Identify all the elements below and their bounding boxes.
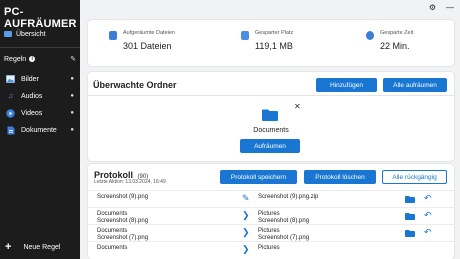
row-destination: Pictures Screenshot (7).png — [258, 228, 309, 242]
eye-icon[interactable]: ● — [70, 93, 74, 99]
watched-folders-card: Überwachte Ordner Hinzufügen Alle aufräu… — [88, 72, 454, 161]
storage-icon — [241, 31, 249, 40]
plus-icon: + — [5, 241, 12, 253]
destination-line: Pictures — [258, 211, 280, 217]
destination-line: Screenshot (9).png.zip — [258, 194, 319, 200]
table-row: Documents Screenshot (7).png ❯ Pictures … — [88, 224, 454, 241]
undo-icon[interactable]: ↶ — [424, 193, 432, 204]
folder-item: ✕ Documents Aufräumen — [88, 95, 454, 161]
stat-value: 22 Min. — [380, 41, 410, 51]
undo-all-button[interactable]: Alle rückgängig — [382, 170, 447, 184]
window-controls: ⚙ — — [429, 3, 454, 12]
protocol-list: Screenshot (9).png ✎ Screenshot (9).png.… — [88, 190, 454, 258]
folder-icon — [262, 109, 278, 121]
clean-folder-button[interactable]: Aufräumen — [240, 139, 300, 153]
edit-icon[interactable]: ✎ — [70, 55, 76, 63]
image-icon — [6, 75, 15, 84]
rule-item-label: Bilder — [21, 75, 39, 83]
minimize-icon[interactable]: — — [446, 3, 454, 12]
row-source: Documents — [97, 245, 127, 252]
eye-icon[interactable]: ● — [70, 76, 74, 82]
nav-overview-label: Übersicht — [16, 30, 46, 38]
table-row: Screenshot (9).png ✎ Screenshot (9).png.… — [88, 190, 454, 207]
new-rule-label: Neue Regel — [23, 243, 61, 251]
close-icon[interactable]: ✕ — [294, 102, 301, 111]
save-protocol-button[interactable]: Protokoll speichern — [220, 170, 297, 184]
stat-space: Gesparter Platz 119,1 MB — [241, 30, 293, 51]
rules-label: Regeln — [4, 55, 27, 63]
nav-overview[interactable]: Übersicht — [0, 27, 80, 41]
stat-time: Gesparte Zeit 22 Min. — [366, 30, 413, 51]
source-line: Documents — [97, 245, 128, 251]
folder-icon[interactable] — [405, 196, 415, 203]
source-line: Documents — [97, 211, 128, 217]
clock-icon — [366, 31, 374, 40]
last-action: Letzte Aktion: 13.03.2024, 16:49 — [94, 179, 166, 185]
stat-value: 119,1 MB — [255, 41, 293, 51]
table-row: Documents ❯ Pictures — [88, 241, 454, 258]
stat-value: 301 Dateien — [123, 41, 172, 51]
files-icon — [109, 31, 117, 40]
destination-line: Pictures — [258, 228, 280, 234]
rules-header: Regeln i ✎ — [4, 55, 76, 64]
row-source: Screenshot (9).png — [97, 194, 148, 201]
protocol-card: Protokoll (90) Letzte Aktion: 13.03.2024… — [88, 164, 454, 259]
stat-label: Aufgeräumte Dateien — [123, 30, 175, 36]
rule-item-label: Videos — [21, 109, 43, 117]
arrow-right-icon: ❯ — [242, 227, 250, 237]
sidebar-divider — [0, 47, 80, 48]
rule-item-bilder[interactable]: Bilder ● — [0, 72, 80, 86]
row-destination: Pictures — [258, 245, 280, 252]
stats-card: Aufgeräumte Dateien 301 Dateien Gesparte… — [88, 20, 454, 66]
rule-item-videos[interactable]: Videos ● — [0, 106, 80, 120]
source-line: Screenshot (9).png — [97, 194, 149, 200]
undo-icon[interactable]: ↶ — [424, 227, 432, 238]
play-icon — [6, 108, 15, 118]
stat-label: Gesparter Platz — [255, 30, 294, 36]
arrow-right-icon: ❯ — [242, 210, 250, 220]
rule-item-label: Dokumente — [21, 126, 57, 134]
new-rule-button[interactable]: + Neue Regel — [0, 238, 80, 256]
rule-item-label: Audios — [21, 92, 43, 100]
sidebar: PC-AUFRÄUMER Übersicht Regeln i ✎ Bilder… — [0, 0, 80, 259]
add-folder-button[interactable]: Hinzufügen — [316, 78, 377, 92]
undo-icon[interactable]: ↶ — [424, 210, 432, 221]
row-destination: Screenshot (9).png.zip — [258, 194, 318, 201]
eye-icon[interactable]: ● — [70, 110, 74, 116]
gear-icon[interactable]: ⚙ — [429, 3, 436, 12]
rule-item-audios[interactable]: ♫ Audios ● — [0, 89, 80, 103]
delete-protocol-button[interactable]: Protokoll löschen — [304, 170, 376, 184]
document-icon — [6, 126, 15, 135]
table-row: Documents Screenshot (8).png ❯ Pictures … — [88, 207, 454, 224]
rule-item-dokumente[interactable]: Dokumente ● — [0, 123, 80, 137]
source-line: Documents — [97, 228, 128, 234]
eye-icon[interactable]: ● — [70, 127, 74, 133]
info-icon[interactable]: i — [29, 56, 36, 62]
folder-icon[interactable] — [405, 230, 415, 237]
music-icon: ♫ — [7, 92, 14, 100]
arrow-right-icon: ❯ — [242, 244, 250, 254]
folder-icon — [4, 31, 12, 37]
clean-all-button[interactable]: Alle aufräumen — [383, 78, 447, 92]
row-source: Documents Screenshot (7).png — [97, 228, 148, 242]
folder-icon[interactable] — [405, 213, 415, 220]
rename-icon: ✎ — [242, 193, 250, 203]
watched-title: Überwachte Ordner — [93, 80, 177, 90]
folder-name: Documents — [253, 127, 289, 134]
row-source: Documents Screenshot (8).png — [97, 211, 148, 225]
destination-line: Pictures — [258, 245, 280, 251]
row-destination: Pictures Screenshot (8).png — [258, 211, 309, 225]
stat-files: Aufgeräumte Dateien 301 Dateien — [109, 30, 175, 51]
stat-label: Gesparte Zeit — [380, 30, 414, 36]
